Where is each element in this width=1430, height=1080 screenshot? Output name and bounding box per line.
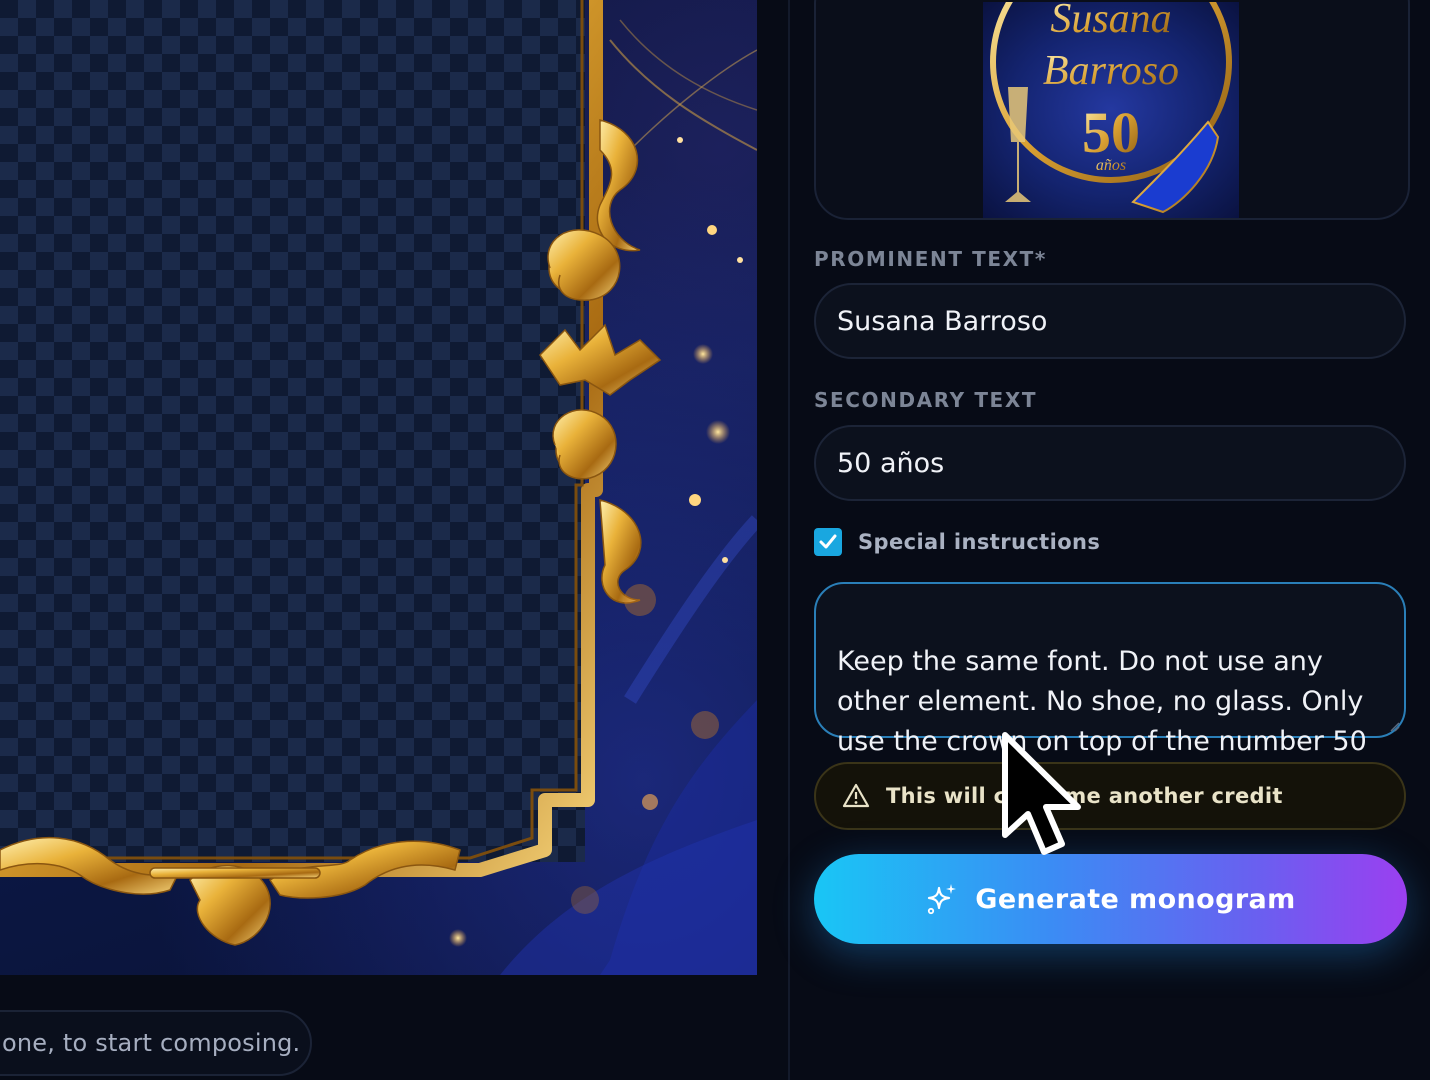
special-instructions-toggle[interactable]: Special instructions bbox=[814, 527, 1100, 557]
panel-divider bbox=[788, 0, 790, 1080]
preview-number: 50 bbox=[1082, 100, 1140, 165]
prominent-text-input[interactable]: Susana Barroso bbox=[814, 283, 1406, 359]
special-instructions-label: Special instructions bbox=[858, 530, 1101, 554]
gold-frame-ornament bbox=[0, 0, 757, 975]
reference-preview-card[interactable]: Susana Barroso 50 años bbox=[814, 0, 1410, 220]
generate-monogram-button[interactable]: Generate monogram bbox=[814, 854, 1407, 944]
preview-name-line2: Barroso bbox=[1043, 48, 1179, 94]
prominent-text-label: PROMINENT TEXT* bbox=[814, 247, 1047, 271]
sparkle-icon bbox=[928, 884, 957, 915]
secondary-text-input[interactable]: 50 años bbox=[814, 425, 1406, 501]
special-instructions-checkbox[interactable] bbox=[814, 528, 842, 556]
credit-warning: This will consume another credit bbox=[814, 762, 1406, 830]
secondary-text-label: SECONDARY TEXT bbox=[814, 388, 1038, 412]
generate-monogram-label: Generate monogram bbox=[975, 883, 1296, 915]
check-icon bbox=[819, 534, 837, 549]
design-canvas[interactable] bbox=[0, 0, 757, 975]
reference-image[interactable]: Susana Barroso 50 años bbox=[983, 2, 1239, 218]
prominent-text-value: Susana Barroso bbox=[837, 305, 1048, 337]
warning-triangle-icon bbox=[842, 783, 870, 808]
compose-hint: one, to start composing. bbox=[0, 1010, 312, 1076]
special-instructions-textarea[interactable]: Keep the same font. Do not use any other… bbox=[814, 582, 1406, 757]
special-instructions-value: Keep the same font. Do not use any other… bbox=[837, 646, 1367, 757]
preview-name-line1: Susana bbox=[1050, 2, 1171, 42]
preview-sub: años bbox=[1096, 157, 1126, 174]
compose-hint-text: one, to start composing. bbox=[2, 1029, 301, 1057]
secondary-text-value: 50 años bbox=[837, 447, 945, 479]
resize-grip-icon[interactable] bbox=[1388, 720, 1400, 732]
mouse-cursor-icon bbox=[1002, 732, 1081, 855]
